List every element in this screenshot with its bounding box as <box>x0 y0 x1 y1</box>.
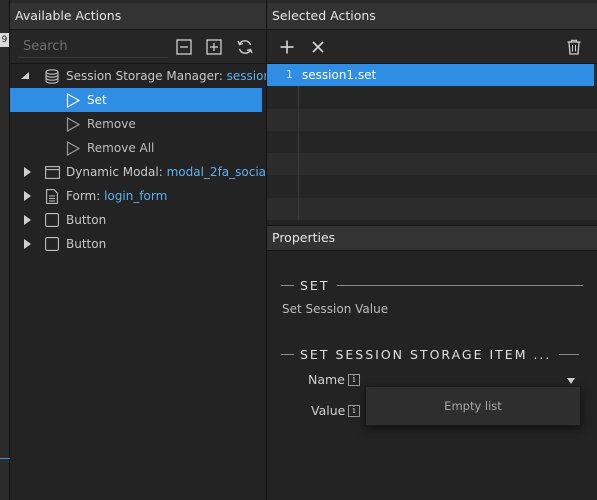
edge-blue-line <box>0 458 10 459</box>
remove-action-button[interactable] <box>306 35 330 59</box>
add-action-button[interactable] <box>275 35 299 59</box>
tree-item-dynamic-modal[interactable]: Dynamic Modal: modal_2fa_social <box>10 160 270 184</box>
plus-icon <box>280 40 294 54</box>
section-set-description: Set Session Value <box>282 302 389 316</box>
tree-item-button[interactable]: Button <box>10 208 266 232</box>
list-row <box>267 130 597 154</box>
list-row <box>267 197 597 221</box>
properties-panel: SET Set Session Value SET SESSION STORAG… <box>267 251 597 500</box>
tree-item-label: Dynamic Modal: modal_2fa_social <box>66 165 270 179</box>
collapsed-arrow-icon[interactable] <box>22 160 32 184</box>
tree-item-label: Session Storage Manager: session1 <box>66 69 279 83</box>
selected-action-row[interactable]: 1 session1.set <box>267 64 594 86</box>
info-icon[interactable]: i <box>348 405 360 417</box>
collapsed-arrow-icon[interactable] <box>22 184 32 208</box>
actions-tree: Session Storage Manager: session1 Set Re… <box>10 64 279 256</box>
section-set: SET <box>281 277 584 293</box>
left-edge-strip: 9 <box>0 0 10 500</box>
play-outline-icon <box>65 92 81 108</box>
action-name: session1.set <box>302 68 377 82</box>
refresh-button[interactable] <box>233 35 257 59</box>
delete-button[interactable] <box>562 35 586 59</box>
close-icon <box>312 41 324 53</box>
trash-icon <box>567 39 581 55</box>
square-icon <box>44 236 60 252</box>
minus-square-icon <box>176 39 192 55</box>
section-storage-title: SET SESSION STORAGE ITEM ... <box>300 346 552 362</box>
selected-actions-title: Selected Actions <box>267 0 597 30</box>
tree-item-label: Remove All <box>87 141 155 155</box>
tree-item-remove[interactable]: Remove <box>10 112 266 136</box>
list-row <box>267 108 597 131</box>
tree-item-form[interactable]: Form: login_form <box>10 184 266 208</box>
info-icon[interactable]: i <box>348 374 360 386</box>
database-icon <box>44 68 60 84</box>
square-icon <box>44 212 60 228</box>
tree-item-label: Set <box>87 93 107 107</box>
list-row <box>267 153 597 176</box>
plus-square-icon <box>206 39 222 55</box>
play-outline-icon <box>65 140 81 156</box>
play-outline-icon <box>65 116 81 132</box>
selected-actions-toolbar <box>267 30 597 64</box>
name-dropdown-list: Empty list <box>365 386 581 426</box>
available-actions-panel: Available Actions Search Session Storage… <box>10 0 279 500</box>
line-number-gutter <box>298 64 299 220</box>
tree-item-label: Remove <box>87 117 136 131</box>
selected-actions-panel: Selected Actions 1 session1.set Properti… <box>267 0 597 500</box>
tree-item-set[interactable]: Set <box>10 88 262 112</box>
tree-item-label: Form: login_form <box>66 189 168 203</box>
available-actions-title: Available Actions <box>10 0 266 30</box>
collapsed-arrow-icon[interactable] <box>22 232 32 256</box>
list-row <box>267 175 597 198</box>
tree-item-label: Button <box>66 213 107 227</box>
line-number: 1 <box>286 68 293 81</box>
tree-item-remove-all[interactable]: Remove All <box>10 136 266 160</box>
properties-title: Properties <box>267 225 597 251</box>
list-row <box>267 86 597 109</box>
available-actions-toolbar: Search <box>10 30 266 64</box>
refresh-icon <box>237 40 253 54</box>
section-set-session-storage-item: SET SESSION STORAGE ITEM ... <box>281 346 580 362</box>
selected-actions-list: 1 session1.set <box>267 64 597 221</box>
chevron-down-icon[interactable] <box>567 378 575 384</box>
expanded-arrow-icon[interactable] <box>20 64 30 88</box>
tree-item-button[interactable]: Button <box>10 232 266 256</box>
tree-item-session-storage-manager[interactable]: Session Storage Manager: session1 <box>10 64 279 88</box>
value-label: Value <box>311 403 346 418</box>
document-icon <box>44 188 60 204</box>
edge-tag: 9 <box>0 33 9 47</box>
search-input[interactable]: Search <box>18 36 168 58</box>
tree-item-label: Button <box>66 237 107 251</box>
expand-all-button[interactable] <box>202 35 226 59</box>
name-label: Name <box>308 372 345 387</box>
collapse-all-button[interactable] <box>172 35 196 59</box>
window-icon <box>44 164 60 180</box>
collapsed-arrow-icon[interactable] <box>22 208 32 232</box>
section-set-title: SET <box>300 277 330 293</box>
